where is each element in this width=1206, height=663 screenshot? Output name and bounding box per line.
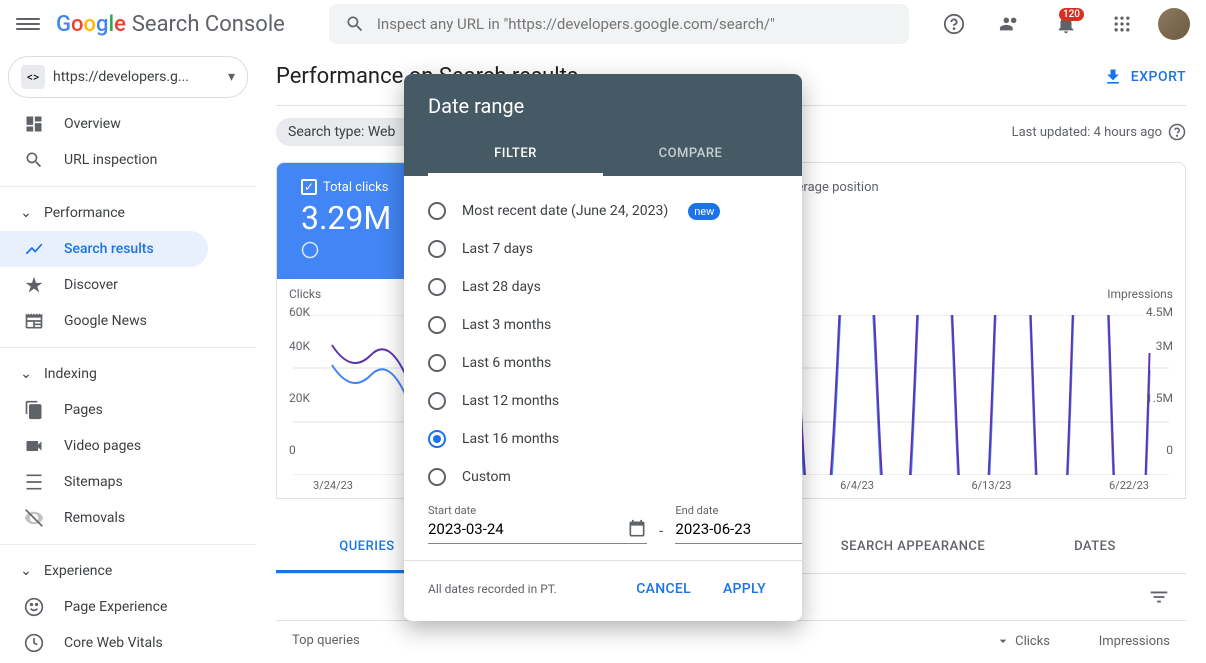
end-date-input[interactable] <box>675 520 802 538</box>
radio-icon <box>428 392 446 410</box>
modal-backdrop[interactable]: Date range FILTER COMPARE Most recent da… <box>0 0 1206 663</box>
modal-title: Date range <box>428 94 778 118</box>
modal-tab-compare[interactable]: COMPARE <box>603 134 778 176</box>
modal-tab-filter[interactable]: FILTER <box>428 134 603 176</box>
option-12-months[interactable]: Last 12 months <box>428 382 778 420</box>
end-date-field[interactable]: End date <box>675 504 802 544</box>
radio-icon <box>428 278 446 296</box>
option-7-days[interactable]: Last 7 days <box>428 230 778 268</box>
start-date-input[interactable] <box>428 520 627 538</box>
radio-icon <box>428 430 446 448</box>
option-16-months[interactable]: Last 16 months <box>428 420 778 458</box>
apply-button[interactable]: APPLY <box>711 573 778 605</box>
footer-note: All dates recorded in PT. <box>428 582 557 596</box>
modal-body: Most recent date (June 24, 2023) new Las… <box>404 176 802 560</box>
radio-icon <box>428 468 446 486</box>
option-custom[interactable]: Custom <box>428 458 778 496</box>
radio-icon <box>428 202 446 220</box>
radio-icon <box>428 354 446 372</box>
date-range-modal: Date range FILTER COMPARE Most recent da… <box>404 74 802 621</box>
start-date-field[interactable]: Start date <box>428 504 647 544</box>
date-separator: - <box>655 509 667 540</box>
end-date-label: End date <box>675 504 802 517</box>
radio-icon <box>428 316 446 334</box>
new-badge: new <box>688 203 720 220</box>
option-3-months[interactable]: Last 3 months <box>428 306 778 344</box>
calendar-icon[interactable] <box>627 519 647 539</box>
option-28-days[interactable]: Last 28 days <box>428 268 778 306</box>
start-date-label: Start date <box>428 504 647 517</box>
cancel-button[interactable]: CANCEL <box>624 573 703 605</box>
radio-icon <box>428 240 446 258</box>
option-6-months[interactable]: Last 6 months <box>428 344 778 382</box>
option-most-recent[interactable]: Most recent date (June 24, 2023) new <box>428 192 778 230</box>
